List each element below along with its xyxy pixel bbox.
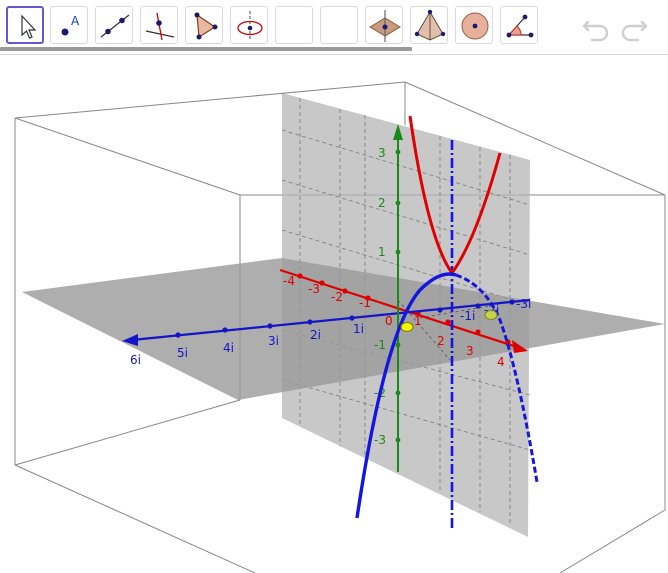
move-tool-button[interactable] (6, 6, 44, 44)
vertical-axis-label: 3 (378, 146, 386, 160)
pyramid-tool-icon (414, 9, 446, 41)
polygon-tool-button[interactable] (185, 6, 223, 44)
toolbar-scrollbar[interactable] (0, 47, 412, 51)
real-axis-label: 1 (414, 314, 422, 328)
vertical-axis-label: 1 (378, 245, 386, 259)
angle-tool-icon (506, 14, 534, 38)
plane-tool-icon (369, 10, 401, 42)
imaginary-axis-label: -3i (516, 297, 531, 311)
perpendicular-line-tool-button[interactable] (140, 6, 178, 44)
yellow-point[interactable] (400, 322, 414, 332)
circle-axis-tool-button[interactable] (230, 6, 268, 44)
real-axis-label: 4 (497, 355, 505, 369)
real-axis-label: -2 (331, 290, 343, 304)
real-axis-label: -3 (308, 282, 320, 296)
angle-tool-button[interactable] (500, 6, 538, 44)
real-axis-label: -4 (283, 274, 295, 288)
polygon-tool-icon (194, 12, 218, 40)
line-tool-icon (100, 14, 130, 38)
vertical-axis-label: -3 (374, 433, 386, 447)
green-point[interactable] (484, 310, 498, 320)
origin-label: 0 (385, 314, 393, 328)
empty-tool-slot-1[interactable] (275, 6, 313, 44)
perpendicular-line-tool-icon (145, 12, 175, 41)
imaginary-axis-label: 4i (223, 341, 234, 355)
move-tool-icon (21, 14, 37, 39)
imaginary-axis-label: 6i (130, 353, 141, 367)
undo-icon[interactable] (580, 10, 612, 42)
pyramid-tool-button[interactable] (410, 6, 448, 44)
imaginary-axis-label: 3i (268, 334, 279, 348)
point-tool-button[interactable]: A (50, 6, 88, 44)
real-axis-label: 2 (437, 334, 445, 348)
plane-tool-button[interactable] (365, 6, 403, 44)
empty-tool-slot-2[interactable] (320, 6, 358, 44)
real-axis-label: -1 (359, 296, 371, 310)
point-tool-label: A (71, 14, 80, 28)
sphere-tool-icon (461, 12, 489, 40)
imaginary-axis-label: -1i (460, 309, 475, 323)
imaginary-axis-label: 2i (310, 328, 321, 342)
toolbar: A (0, 0, 668, 55)
imaginary-axis-label: 1i (353, 322, 364, 336)
line-tool-button[interactable] (95, 6, 133, 44)
redo-icon[interactable] (618, 10, 650, 42)
horizontal-plane (22, 258, 665, 400)
real-axis-label: 3 (466, 344, 474, 358)
graphics-3d-view[interactable]: -4 -3 -2 -1 0 1 2 3 4 6i 5i 4i 3i 2i 1i … (0, 55, 668, 573)
vertical-axis-label: 2 (378, 196, 386, 210)
sphere-tool-button[interactable] (455, 6, 493, 44)
graphics-canvas[interactable]: -4 -3 -2 -1 0 1 2 3 4 6i 5i 4i 3i 2i 1i … (0, 55, 668, 573)
vertical-axis-label: -1 (374, 338, 386, 352)
circle-axis-tool-icon (237, 11, 263, 41)
imaginary-axis-label: 5i (177, 346, 188, 360)
point-tool-icon: A (61, 14, 80, 36)
